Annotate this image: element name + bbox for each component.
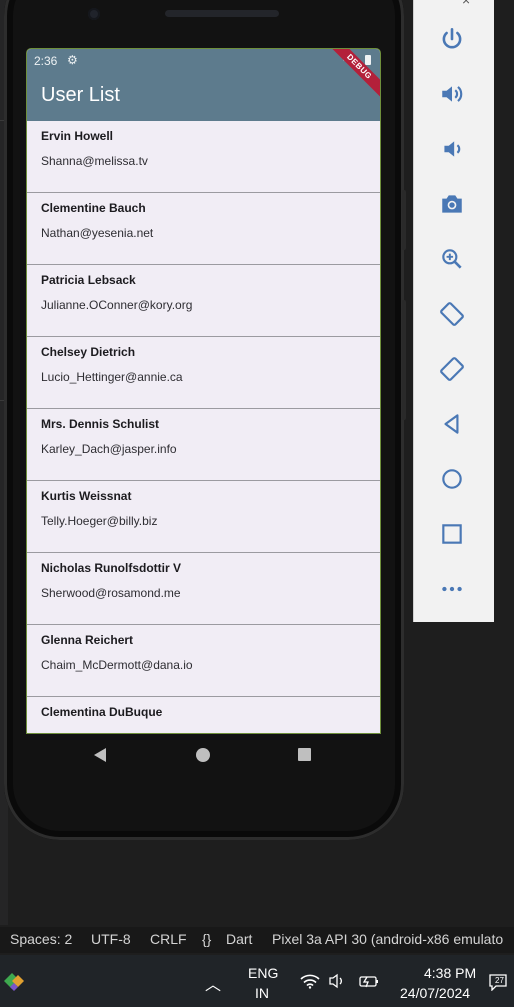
rotate-left-icon[interactable] [432, 294, 472, 334]
user-list: Ervin Howell Shanna@melissa.tv Clementin… [27, 121, 380, 733]
language-icon: {} [202, 931, 212, 947]
line-ending-status[interactable]: CRLF [150, 931, 187, 947]
volume-down-icon[interactable] [432, 129, 472, 169]
status-time: 2:36 [34, 54, 58, 68]
user-name: Clementine Bauch [41, 201, 146, 215]
user-name: Glenna Reichert [41, 633, 134, 647]
user-email: Karley_Dach@jasper.info [41, 442, 177, 456]
language-mode-status[interactable]: Dart [226, 931, 252, 947]
taskbar-date[interactable]: 24/07/2024 [400, 985, 470, 1001]
user-email: Lucio_Hettinger@annie.ca [41, 370, 183, 384]
device-screen: 2:36 ⚙ ▼ User List DEBUG Ervin Howell Sh… [27, 49, 380, 733]
list-item[interactable]: Patricia Lebsack Julianne.OConner@kory.o… [27, 265, 380, 337]
rotate-right-icon[interactable] [432, 349, 472, 389]
taskbar-time[interactable]: 4:38 PM [424, 965, 476, 981]
user-email: Chaim_McDermott@dana.io [41, 658, 193, 672]
notification-icon[interactable]: 27 [488, 973, 508, 992]
emulator-toolbar: × [413, 0, 494, 622]
user-email: Telly.Hoeger@billy.biz [41, 514, 158, 528]
language-indicator-bottom[interactable]: IN [255, 985, 269, 1001]
front-camera [88, 8, 100, 20]
app-title: User List [41, 84, 120, 106]
zoom-in-icon[interactable] [432, 239, 472, 279]
nav-home-icon[interactable] [196, 748, 210, 762]
user-email: Julianne.OConner@kory.org [41, 298, 193, 312]
user-name: Nicholas Runolfsdottir V [41, 561, 182, 575]
speaker-icon[interactable] [328, 973, 348, 994]
app-taskbar-icon[interactable] [0, 967, 28, 995]
nav-back-icon[interactable] [94, 748, 106, 762]
power-icon[interactable] [432, 19, 472, 59]
volume-up-icon[interactable] [432, 74, 472, 114]
user-name: Kurtis Weissnat [41, 489, 132, 503]
camera-icon[interactable] [432, 184, 472, 224]
side-button[interactable] [402, 190, 406, 250]
list-item[interactable]: Chelsey Dietrich Lucio_Hettinger@annie.c… [27, 337, 380, 409]
indentation-status[interactable]: Spaces: 2 [10, 931, 72, 947]
list-item[interactable]: Glenna Reichert Chaim_McDermott@dana.io [27, 625, 380, 697]
device-status[interactable]: Pixel 3a API 30 (android-x86 emulato [272, 931, 503, 947]
windows-taskbar: ︿ ENG IN 4:38 PM 24/07/2024 27 [0, 955, 514, 1007]
close-icon[interactable]: × [462, 0, 470, 8]
user-name: Clementina DuBuque [41, 705, 163, 719]
user-email: Sherwood@rosamond.me [41, 586, 181, 600]
debug-banner-label: DEBUG [324, 49, 380, 102]
battery-charging-icon[interactable] [358, 973, 380, 994]
list-item[interactable]: Kurtis Weissnat Telly.Hoeger@billy.biz [27, 481, 380, 553]
android-nav-bar [27, 733, 380, 777]
chevron-up-icon[interactable]: ︿ [205, 971, 221, 995]
debug-banner: DEBUG [320, 49, 380, 109]
language-indicator-top[interactable]: ENG [248, 965, 278, 981]
nav-recents-icon[interactable] [298, 748, 311, 761]
notification-count: 27 [495, 976, 504, 985]
user-name: Patricia Lebsack [41, 273, 136, 287]
user-email: Shanna@melissa.tv [41, 154, 148, 168]
wifi-icon[interactable] [300, 973, 320, 994]
list-item[interactable]: Nicholas Runolfsdottir V Sherwood@rosamo… [27, 553, 380, 625]
user-name: Chelsey Dietrich [41, 345, 136, 359]
list-item[interactable]: Ervin Howell Shanna@melissa.tv [27, 121, 380, 193]
list-item[interactable]: Mrs. Dennis Schulist Karley_Dach@jasper.… [27, 409, 380, 481]
settings-gear-icon: ⚙ [67, 53, 78, 67]
encoding-status[interactable]: UTF-8 [91, 931, 131, 947]
list-item[interactable]: Clementina DuBuque [27, 697, 380, 733]
user-name: Mrs. Dennis Schulist [41, 417, 160, 431]
ide-status-bar: Spaces: 2 UTF-8 CRLF {} Dart Pixel 3a AP… [0, 927, 514, 953]
user-email: Nathan@yesenia.net [41, 226, 154, 240]
app-bar: 2:36 ⚙ ▼ User List DEBUG [27, 49, 380, 121]
more-icon[interactable] [432, 569, 472, 609]
user-name: Ervin Howell [41, 129, 114, 143]
volume-rocker[interactable] [402, 300, 406, 420]
overview-icon[interactable] [432, 514, 472, 554]
earpiece-speaker [165, 10, 279, 17]
list-item[interactable]: Clementine Bauch Nathan@yesenia.net [27, 193, 380, 265]
back-icon[interactable] [432, 404, 472, 444]
home-icon[interactable] [432, 459, 472, 499]
